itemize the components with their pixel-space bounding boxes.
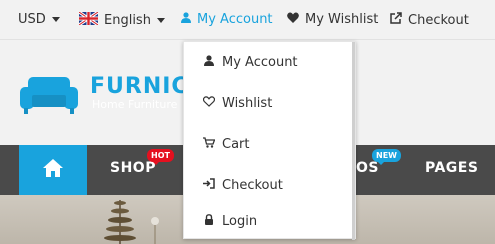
menu-item-label: Login xyxy=(222,214,258,229)
nav-blog[interactable]: OS xyxy=(356,160,379,176)
menu-item-checkout[interactable]: Checkout xyxy=(202,178,283,193)
my-account-link[interactable]: My Account xyxy=(181,12,273,27)
top-bar: USD English My Account My Wishlist Check… xyxy=(0,0,495,40)
uk-flag-icon xyxy=(78,10,99,29)
heart-icon xyxy=(287,12,299,27)
heart-icon xyxy=(202,96,216,111)
external-link-icon xyxy=(390,12,402,28)
menu-item-label: Wishlist xyxy=(222,96,273,111)
lock-icon xyxy=(202,214,216,229)
user-icon xyxy=(181,12,191,27)
menu-item-label: My Account xyxy=(222,55,298,70)
home-icon xyxy=(42,158,64,182)
menu-item-login[interactable]: Login xyxy=(202,214,257,229)
logo-tagline: Home Furniture xyxy=(92,98,178,111)
new-badge: NEW xyxy=(372,149,401,165)
menu-item-my-account[interactable]: My Account xyxy=(202,55,298,70)
account-dropdown: My Account Wishlist Cart Checkout Login xyxy=(183,41,356,240)
checkout-label: Checkout xyxy=(408,12,469,28)
sofa-logo-icon[interactable] xyxy=(18,75,80,115)
dropdown-scrollbar[interactable] xyxy=(352,42,355,240)
vase-decoration-icon xyxy=(151,217,159,244)
wishlist-label: My Wishlist xyxy=(305,12,379,27)
my-account-label: My Account xyxy=(197,12,273,27)
language-selector[interactable]: English xyxy=(78,10,165,29)
sign-in-icon xyxy=(202,178,216,193)
currency-selector[interactable]: USD xyxy=(18,12,60,27)
menu-item-cart[interactable]: Cart xyxy=(202,137,250,152)
wishlist-link[interactable]: My Wishlist xyxy=(287,12,378,27)
menu-item-label: Cart xyxy=(222,137,250,152)
chevron-down-icon xyxy=(156,18,165,23)
user-icon xyxy=(202,55,216,70)
chevron-down-icon xyxy=(51,17,60,22)
nav-home[interactable] xyxy=(19,145,87,195)
nav-pages[interactable]: PAGES xyxy=(425,160,478,176)
plant-decoration-icon xyxy=(104,200,136,244)
menu-item-label: Checkout xyxy=(222,178,283,193)
language-label: English xyxy=(104,13,151,28)
menu-item-wishlist[interactable]: Wishlist xyxy=(202,96,272,111)
cart-icon xyxy=(202,137,216,152)
hot-badge: HOT xyxy=(147,149,174,165)
currency-label: USD xyxy=(18,12,46,27)
nav-shop[interactable]: SHOP xyxy=(110,160,156,176)
checkout-link[interactable]: Checkout xyxy=(390,12,469,28)
